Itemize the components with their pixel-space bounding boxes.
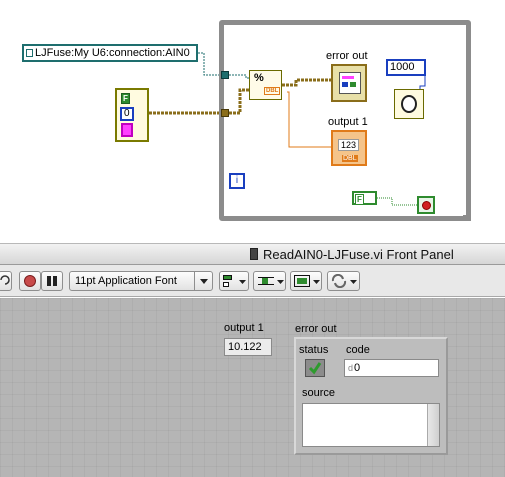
source-scrollbar[interactable]: [427, 404, 439, 446]
status-indicator: [305, 359, 325, 377]
checkmark-icon: [308, 362, 322, 375]
iteration-terminal: i: [229, 173, 245, 189]
stop-icon: [422, 201, 431, 210]
numeric-constant[interactable]: 0: [120, 107, 134, 121]
error-out-terminal[interactable]: [331, 64, 367, 102]
error-cluster-icon: [339, 72, 361, 94]
refnum-tunnel: [221, 71, 229, 79]
resize-objects-button[interactable]: [290, 271, 322, 291]
error-out-cluster: status code d0 source: [294, 337, 448, 455]
stop-boolean-constant[interactable]: F: [352, 191, 377, 205]
stop-condition-terminal[interactable]: [417, 196, 435, 214]
font-select[interactable]: 11pt Application Font: [69, 271, 213, 291]
abort-icon: [24, 275, 36, 287]
resource-name-constant[interactable]: LJFuse:My U6:connection:AIN0: [22, 44, 198, 62]
wait-ms-node[interactable]: [394, 89, 424, 119]
run-continuously-icon: [0, 275, 10, 285]
output1-terminal[interactable]: 123 DBL: [331, 130, 367, 166]
string-constant[interactable]: [121, 123, 133, 137]
reorder-icon: [331, 274, 347, 288]
distribute-objects-button[interactable]: [253, 271, 286, 291]
abort-button[interactable]: [19, 271, 41, 291]
boolean-constant[interactable]: F: [121, 93, 130, 104]
watch-icon: [401, 95, 417, 113]
reorder-button[interactable]: [327, 271, 360, 291]
source-label: source: [302, 387, 336, 399]
front-panel-toolbar: 11pt Application Font: [0, 265, 505, 297]
error-in-cluster-constant[interactable]: F 0: [115, 88, 149, 142]
code-indicator: d0: [344, 359, 439, 377]
output1-label: output 1: [224, 322, 264, 334]
code-label: code: [346, 344, 370, 356]
read-node[interactable]: % DBL: [249, 70, 282, 100]
run-continuously-button[interactable]: [0, 271, 12, 291]
vi-icon: [250, 248, 258, 260]
loop-bottom-right-handle[interactable]: [463, 215, 471, 221]
output1-indicator: 10.122: [224, 338, 272, 356]
path-icon: [26, 49, 33, 58]
window-title: ReadAIN0-LJFuse.vi Front Panel: [263, 247, 454, 262]
chevron-down-icon: [200, 279, 208, 284]
align-icon: [223, 275, 232, 280]
output1-diagram-label: output 1: [328, 116, 368, 128]
front-panel-titlebar: ReadAIN0-LJFuse.vi Front Panel: [0, 243, 505, 265]
align-objects-button[interactable]: [219, 271, 249, 291]
wait-ms-constant[interactable]: 1000: [386, 59, 426, 76]
error-out-label: error out: [295, 323, 337, 335]
error-out-diagram-label: error out: [326, 50, 368, 62]
numeric-radix-icon: d: [348, 363, 354, 373]
pause-button[interactable]: [41, 271, 63, 291]
percent-icon: %: [254, 72, 264, 84]
status-label: status: [299, 344, 329, 356]
source-indicator: [302, 403, 440, 447]
cluster-tunnel: [221, 109, 229, 117]
pause-icon: [47, 276, 51, 286]
